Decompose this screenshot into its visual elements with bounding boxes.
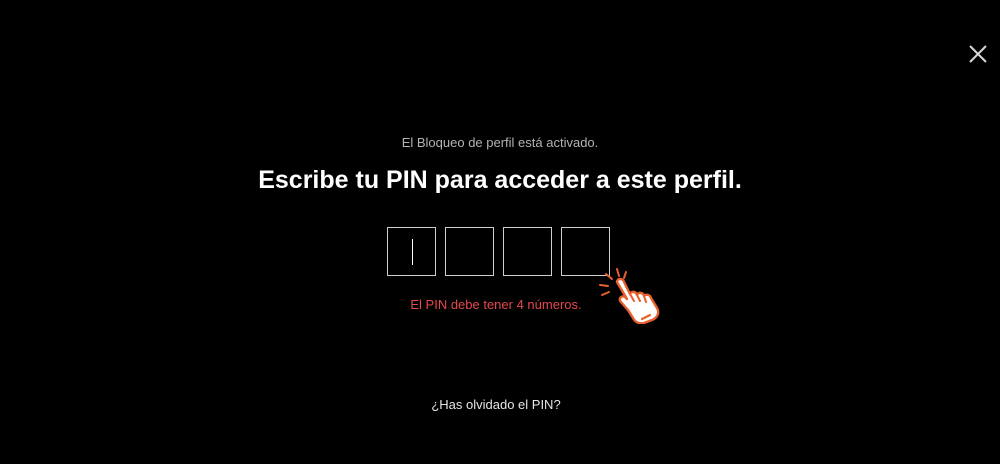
pin-error-message: El PIN debe tener 4 números. [410, 297, 582, 312]
pin-digit-2[interactable] [445, 227, 494, 276]
pin-prompt-title: Escribe tu PIN para acceder a este perfi… [258, 166, 742, 194]
close-icon [969, 45, 987, 63]
close-button[interactable] [964, 40, 992, 68]
pin-input-group [387, 227, 610, 276]
text-caret [412, 239, 413, 265]
pin-digit-1[interactable] [387, 227, 436, 276]
profile-lock-status: El Bloqueo de perfil está activado. [401, 135, 599, 150]
profile-lock-screen: El Bloqueo de perfil está activado. Escr… [0, 0, 1000, 464]
pointing-hand-icon [597, 266, 669, 325]
forgot-pin-link[interactable]: ¿Has olvidado el PIN? [0, 397, 992, 412]
pin-digit-3[interactable] [503, 227, 552, 276]
